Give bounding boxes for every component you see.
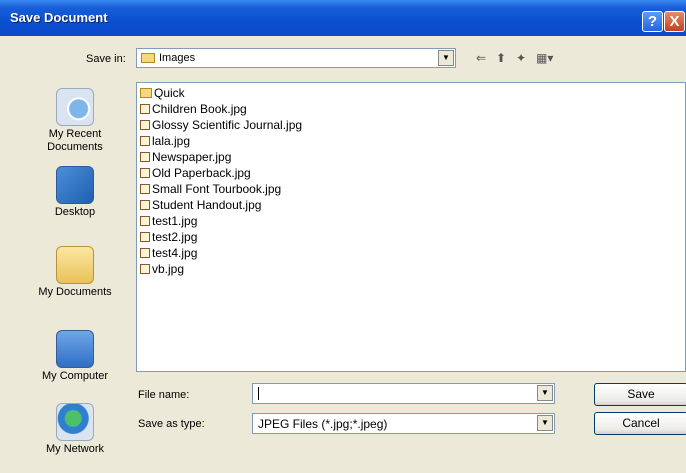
list-item[interactable]: Glossy Scientific Journal.jpg <box>140 118 302 134</box>
my-documents-icon <box>56 246 94 284</box>
file-name-text: test4.jpg <box>152 246 198 260</box>
list-item[interactable]: Newspaper.jpg <box>140 150 231 166</box>
image-file-icon <box>140 136 150 146</box>
save-as-type-value: JPEG Files (*.jpg;*.jpeg) <box>258 417 388 431</box>
list-item[interactable]: Old Paperback.jpg <box>140 166 251 182</box>
my-network-icon <box>56 403 94 441</box>
place-label: My Network <box>45 443 105 455</box>
list-item[interactable]: test1.jpg <box>140 214 197 230</box>
up-folder-icon[interactable]: ⬆ <box>496 51 506 65</box>
file-name-text: Glossy Scientific Journal.jpg <box>152 118 303 132</box>
text-caret <box>258 387 259 400</box>
list-item[interactable]: test2.jpg <box>140 230 197 246</box>
place-recent-documents[interactable]: My Recent Documents <box>22 88 128 154</box>
place-label: My Computer <box>41 370 109 382</box>
chevron-down-icon[interactable]: ▼ <box>537 415 553 431</box>
image-file-icon <box>140 248 150 258</box>
place-label: My Documents <box>38 286 112 298</box>
cancel-button[interactable]: Cancel <box>594 412 686 435</box>
recent-documents-icon <box>56 88 94 126</box>
list-item[interactable]: lala.jpg <box>140 134 190 150</box>
window-title: Save Document <box>10 10 108 25</box>
list-item[interactable]: Quick <box>140 86 185 102</box>
folder-icon <box>141 53 155 63</box>
file-name-text: test1.jpg <box>152 214 198 228</box>
save-button[interactable]: Save <box>594 383 686 406</box>
image-file-icon <box>140 168 150 178</box>
place-label: My Recent Documents <box>47 128 103 153</box>
image-file-icon <box>140 200 150 210</box>
save-in-dropdown[interactable]: Images ▼ <box>136 48 456 68</box>
file-name-label: File name: <box>138 389 190 401</box>
place-my-documents[interactable]: My Documents <box>22 246 128 299</box>
list-item[interactable]: Small Font Tourbook.jpg <box>140 182 281 198</box>
help-button[interactable]: ? <box>642 11 663 32</box>
back-icon[interactable]: ⇐ <box>476 51 486 65</box>
file-name-text: vb.jpg <box>152 262 185 276</box>
file-name-text: Old Paperback.jpg <box>152 166 251 180</box>
place-my-computer[interactable]: My Computer <box>22 330 128 383</box>
views-menu-icon[interactable]: ▦▾ <box>536 51 553 65</box>
list-item[interactable]: test4.jpg <box>140 246 197 262</box>
file-name-text: Small Font Tourbook.jpg <box>152 182 282 196</box>
image-file-icon <box>140 184 150 194</box>
title-bar: Save Document ? X <box>0 0 686 36</box>
save-as-type-label: Save as type: <box>138 418 205 430</box>
image-file-icon <box>140 120 150 130</box>
list-item[interactable]: Children Book.jpg <box>140 102 247 118</box>
file-name-text: Newspaper.jpg <box>152 150 232 164</box>
desktop-icon <box>56 166 94 204</box>
folder-icon <box>140 88 152 98</box>
chevron-down-icon[interactable]: ▼ <box>438 50 454 66</box>
chevron-down-icon[interactable]: ▼ <box>537 385 553 401</box>
image-file-icon <box>140 264 150 274</box>
file-name-text: Quick <box>154 86 185 100</box>
image-file-icon <box>140 232 150 242</box>
file-name-text: test2.jpg <box>152 230 198 244</box>
list-item[interactable]: Student Handout.jpg <box>140 198 261 214</box>
image-file-icon <box>140 104 150 114</box>
place-desktop[interactable]: Desktop <box>22 166 128 219</box>
save-in-label: Save in: <box>86 53 126 65</box>
new-folder-icon[interactable]: ✦ <box>516 51 526 65</box>
file-name-text: Student Handout.jpg <box>152 198 262 212</box>
image-file-icon <box>140 216 150 226</box>
image-file-icon <box>140 152 150 162</box>
save-as-type-dropdown[interactable]: JPEG Files (*.jpg;*.jpeg) ▼ <box>252 413 555 434</box>
close-button[interactable]: X <box>664 11 685 32</box>
my-computer-icon <box>56 330 94 368</box>
file-name-text: Children Book.jpg <box>152 102 247 116</box>
file-list[interactable]: Quick Children Book.jpg Glossy Scientifi… <box>136 82 686 372</box>
file-name-input[interactable]: ▼ <box>252 383 555 404</box>
place-my-network[interactable]: My Network <box>22 403 128 456</box>
place-label: Desktop <box>54 206 96 218</box>
list-item[interactable]: vb.jpg <box>140 262 184 278</box>
save-in-value: Images <box>159 52 196 64</box>
file-name-text: lala.jpg <box>152 134 191 148</box>
